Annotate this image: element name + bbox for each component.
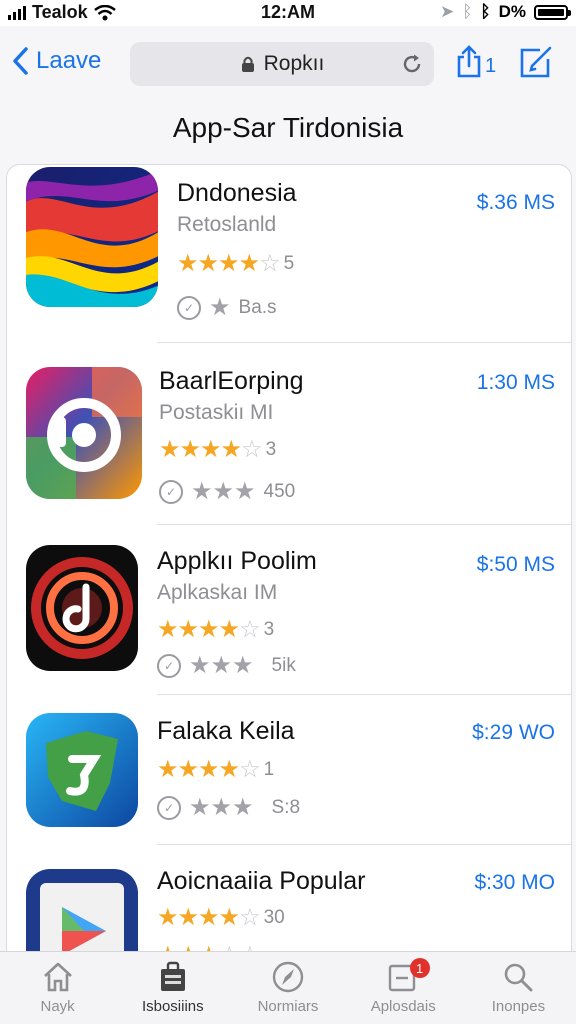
star-rating: ★★★★ ☆ 30 bbox=[157, 904, 285, 931]
share-icon bbox=[457, 45, 481, 78]
tab-label: Aplosdais bbox=[370, 998, 436, 1015]
list-item[interactable]: Applkıı Poolim Aplkaskaı IM ★★★★ ☆ 3 ✓ ★★… bbox=[7, 525, 571, 695]
rating-count: 30 bbox=[263, 906, 285, 928]
app-meta: ✓ ★★★ 450 bbox=[159, 477, 295, 506]
app-name: Aoicnaaiia Popular bbox=[157, 867, 366, 895]
battery-icon bbox=[534, 4, 571, 20]
grey-star-icon: ★ bbox=[209, 294, 231, 321]
tab-explore[interactable]: Normiars bbox=[230, 952, 345, 1024]
list-item[interactable]: Falaka Keila ★★★★ ☆ 1 ✓ ★★★ S:8 $:29 WO bbox=[7, 695, 571, 845]
tab-label: Nayk bbox=[40, 998, 75, 1015]
grey-star-icon: ★★★ bbox=[189, 652, 254, 679]
updates-badge: 1 bbox=[409, 958, 430, 978]
tab-categories[interactable]: Isbosiiins bbox=[115, 952, 230, 1024]
reload-icon[interactable] bbox=[400, 52, 424, 76]
back-button[interactable]: Laave bbox=[10, 46, 101, 76]
location-icon: ➤ bbox=[439, 2, 455, 21]
battery-percent: D% bbox=[498, 2, 526, 21]
meta-value: S:8 bbox=[271, 796, 301, 818]
bag-icon bbox=[160, 961, 185, 991]
app-name: Falaka Keila bbox=[157, 717, 295, 745]
compose-icon[interactable] bbox=[518, 46, 554, 80]
music-app-icon bbox=[26, 545, 138, 671]
price-button[interactable]: $:50 MS bbox=[477, 553, 555, 577]
search-icon bbox=[505, 963, 533, 992]
share-button[interactable]: 1 bbox=[455, 44, 496, 78]
meta-value: Ba.s bbox=[238, 296, 277, 318]
editor-badge-icon: ✓ bbox=[157, 795, 181, 820]
wave-art-icon bbox=[26, 167, 158, 307]
app-developer: Postaskiı MI bbox=[159, 401, 274, 424]
address-bar[interactable]: Ropkıı bbox=[130, 42, 434, 86]
grey-star-icon: ★★★ bbox=[189, 794, 254, 821]
app-meta: ✓ ★★★ 5ik bbox=[157, 651, 296, 680]
app-developer: Retoslanld bbox=[177, 213, 277, 236]
share-count: 1 bbox=[485, 55, 497, 77]
url-text: Ropkıı bbox=[263, 52, 325, 75]
tab-label: Isbosiiins bbox=[141, 998, 204, 1015]
page-title: App-Sar Tirdonisia bbox=[172, 112, 404, 143]
camera-app-icon bbox=[26, 367, 142, 499]
app-name: Applkıı Poolim bbox=[157, 547, 317, 575]
rating-count: 3 bbox=[265, 438, 277, 460]
editor-badge-icon: ✓ bbox=[157, 653, 181, 678]
price-button[interactable]: $:29 WO bbox=[472, 721, 555, 745]
app-meta: ✓ ★ Ba.s bbox=[177, 293, 277, 322]
price-button[interactable]: $:30 MO bbox=[474, 871, 555, 895]
status-right: ➤ ᛒ ᛒ D% bbox=[439, 2, 571, 22]
star-rating: ★★★★ ☆ 3 bbox=[159, 436, 277, 463]
app-meta: ✓ ★★★ S:8 bbox=[157, 793, 300, 822]
chevron-left-icon bbox=[13, 47, 28, 75]
star-rating: ★★★★ ☆ 5 bbox=[177, 250, 295, 277]
meta-value: 5ik bbox=[271, 654, 296, 676]
rating-count: 5 bbox=[283, 252, 295, 274]
green-leaf-app-icon bbox=[26, 713, 138, 827]
tab-home[interactable]: Nayk bbox=[0, 952, 115, 1024]
list-item[interactable]: BaarlEorping Postaskiı MI ★★★★ ☆ 3 ✓ ★★★ … bbox=[7, 343, 571, 525]
tab-label: Normiars bbox=[257, 998, 319, 1015]
rating-count: 1 bbox=[263, 758, 275, 780]
tab-bar: Nayk Isbosiiins Normiars 1 Aplosdais Ino… bbox=[0, 951, 576, 1024]
app-list: Dndonesia Retoslanld ★★★★ ☆ 5 ✓ ★ Ba.s $.… bbox=[6, 164, 572, 966]
tab-label: Inonpes bbox=[491, 998, 546, 1015]
app-developer: Aplkaskaı IM bbox=[157, 581, 278, 604]
compass-icon bbox=[272, 961, 304, 993]
app-name: Dndonesia bbox=[177, 179, 297, 207]
star-rating: ★★★★ ☆ 3 bbox=[157, 616, 275, 643]
editor-badge-icon: ✓ bbox=[177, 295, 201, 320]
tab-search[interactable]: Inonpes bbox=[461, 952, 576, 1024]
list-item[interactable]: Aoicnaaiia Popular ★★★★☆ 30 ★★★☆☆ $:30 M… bbox=[7, 845, 571, 965]
grey-star-icon: ★★★ bbox=[191, 478, 256, 505]
bluetooth-active-icon: ᛒ bbox=[480, 2, 491, 21]
app-name: BaarlEorping bbox=[159, 367, 304, 395]
meta-value: 450 bbox=[263, 480, 296, 502]
star-rating: ★★★★ ☆ 1 bbox=[157, 756, 275, 783]
tab-updates[interactable]: 1 Aplosdais bbox=[346, 952, 461, 1024]
bluetooth-icon: ᛒ bbox=[462, 2, 473, 21]
rating-count: 3 bbox=[263, 618, 275, 640]
price-button[interactable]: 1:30 MS bbox=[477, 371, 555, 395]
home-icon bbox=[43, 962, 72, 992]
navigation-bar: Laave Ropkıı 1 bbox=[0, 26, 576, 106]
lock-icon bbox=[241, 56, 254, 72]
price-button[interactable]: $.36 MS bbox=[477, 191, 555, 215]
back-label: Laave bbox=[36, 47, 102, 74]
status-bar: Tealok 12:AM ➤ ᛒ ᛒ D% bbox=[0, 0, 576, 26]
editor-badge-icon: ✓ bbox=[159, 479, 183, 504]
list-item[interactable]: Dndonesia Retoslanld ★★★★ ☆ 5 ✓ ★ Ba.s $.… bbox=[7, 165, 571, 343]
